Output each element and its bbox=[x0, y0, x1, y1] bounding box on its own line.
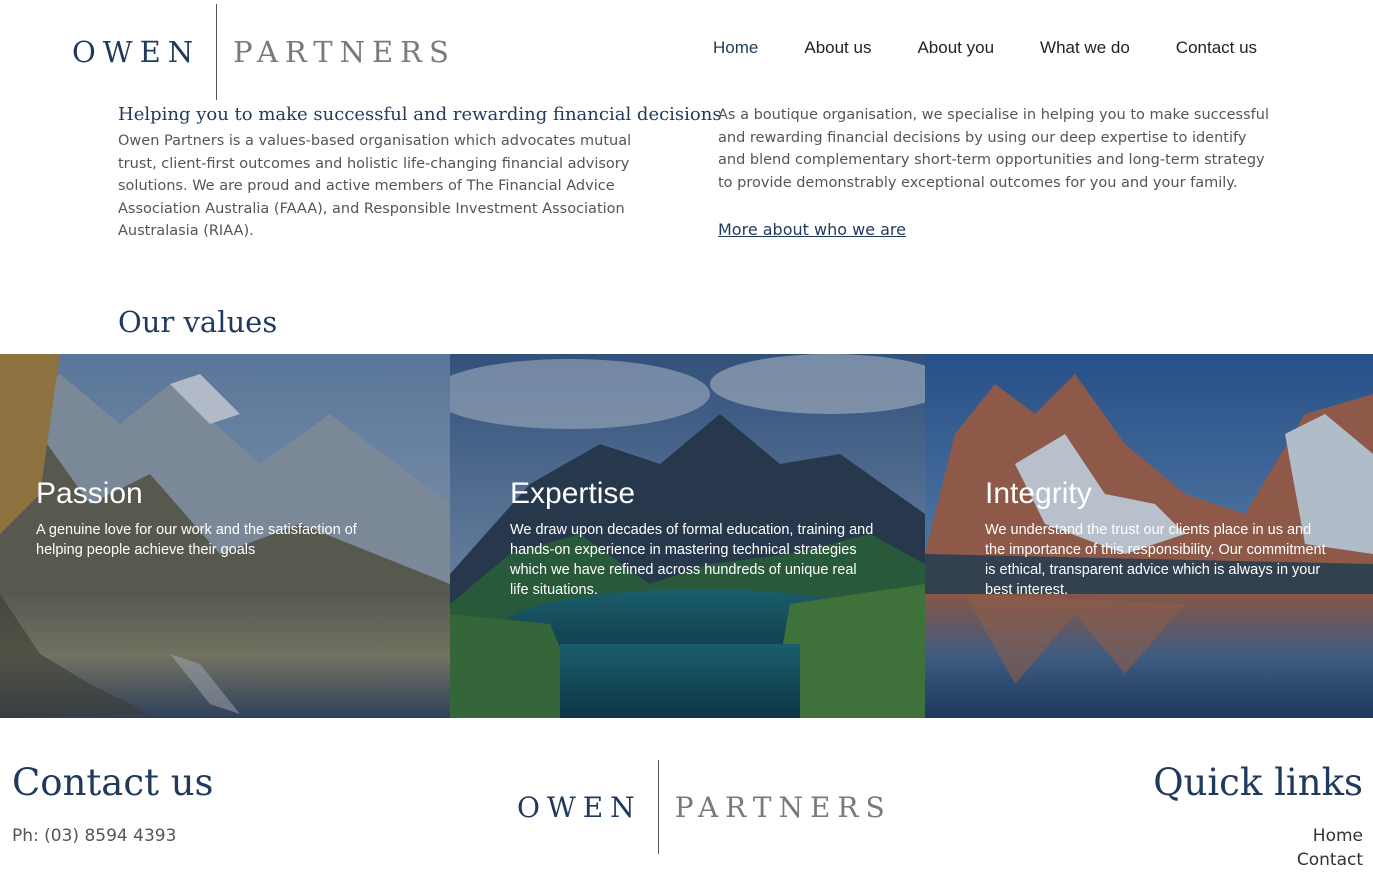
footer-contact-heading: Contact us bbox=[12, 761, 214, 804]
value-panel-expertise: Expertise We draw upon decades of formal… bbox=[450, 354, 925, 718]
nav-home[interactable]: Home bbox=[690, 36, 781, 60]
value-text: We understand the trust our clients plac… bbox=[985, 522, 1326, 598]
values-panels: Passion A genuine love for our work and … bbox=[0, 354, 1373, 718]
list-item: Home bbox=[1297, 824, 1363, 848]
intro-heading: Helping you to make successful and rewar… bbox=[118, 104, 722, 125]
footer-phone[interactable]: Ph: (03) 8594 4393 bbox=[12, 824, 176, 848]
list-item: Contact bbox=[1297, 848, 1363, 872]
logo-word-owen: OWEN bbox=[72, 35, 201, 69]
nav-contact-us[interactable]: Contact us bbox=[1153, 36, 1280, 60]
nav-what-we-do[interactable]: What we do bbox=[1017, 36, 1153, 60]
footer-quick-links-heading: Quick links bbox=[1153, 761, 1363, 804]
nav-about-us[interactable]: About us bbox=[781, 36, 894, 60]
footer-logo[interactable]: OWEN PARTNERS bbox=[517, 760, 892, 854]
quick-link-contact[interactable]: Contact bbox=[1297, 850, 1363, 870]
values-title: Our values bbox=[118, 305, 278, 339]
value-panel-passion: Passion A genuine love for our work and … bbox=[0, 354, 450, 718]
logo-word-owen: OWEN bbox=[517, 790, 642, 824]
quick-links-list: Home Contact bbox=[1297, 824, 1363, 872]
main-nav: Home About us About you What we do Conta… bbox=[690, 36, 1280, 60]
value-text: A genuine love for our work and the sati… bbox=[36, 522, 357, 558]
nav-about-you[interactable]: About you bbox=[894, 36, 1017, 60]
header-logo[interactable]: OWEN PARTNERS bbox=[72, 4, 456, 100]
value-title: Expertise bbox=[510, 477, 636, 510]
value-panel-integrity: Integrity We understand the trust our cl… bbox=[925, 354, 1373, 718]
logo-divider bbox=[657, 760, 659, 854]
intro-right-text: As a boutique organisation, we specialis… bbox=[718, 107, 1269, 191]
value-title: Passion bbox=[36, 477, 143, 510]
logo-word-partners: PARTNERS bbox=[674, 790, 892, 824]
quick-link-home[interactable]: Home bbox=[1313, 826, 1363, 846]
intro-text: Owen Partners is a values-based organisa… bbox=[118, 133, 632, 239]
more-about-link[interactable]: More about who we are bbox=[718, 218, 906, 242]
value-text: We draw upon decades of formal education… bbox=[510, 522, 874, 598]
value-title: Integrity bbox=[985, 477, 1092, 510]
logo-divider bbox=[216, 4, 218, 100]
logo-word-partners: PARTNERS bbox=[233, 35, 456, 69]
